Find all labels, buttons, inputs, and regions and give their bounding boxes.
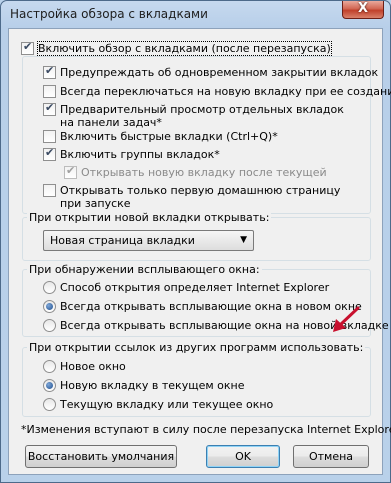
warn-close-label: Предупреждать об одновременном закрытии … xyxy=(60,66,379,79)
enable-tabs-checkbox[interactable] xyxy=(21,40,34,55)
switch-new-checkbox[interactable] xyxy=(43,85,56,98)
links-option-new-tab[interactable]: Новую вкладку в текущем окне xyxy=(43,379,244,392)
links-option-current-tab[interactable]: Текущую вкладку или текущее окно xyxy=(43,398,273,411)
preview-option[interactable]: Предварительный просмотр отдельных вклад… xyxy=(43,101,360,129)
warn-close-checkbox[interactable] xyxy=(43,64,56,79)
chevron-down-icon: ▼ xyxy=(240,235,247,245)
annotation-arrow-icon xyxy=(333,306,360,332)
new-tab-select-value: Новая страница вкладки xyxy=(50,234,195,247)
warn-close-option[interactable]: Предупреждать об одновременном закрытии … xyxy=(43,64,379,79)
quick-tabs-checkbox[interactable] xyxy=(43,130,56,143)
first-home-option[interactable]: Открывать только первую домашнюю страниц… xyxy=(43,184,360,210)
quick-tabs-option[interactable]: Включить быстрые вкладки (Ctrl+Q)* xyxy=(43,130,278,143)
cancel-button[interactable]: Отмена xyxy=(293,445,369,468)
enable-tabs-option[interactable]: Включить обзор с вкладками (после переза… xyxy=(21,40,332,56)
popup-option-ie[interactable]: Способ открытия определяет Internet Expl… xyxy=(43,281,329,294)
links-option-new-window[interactable]: Новое окно xyxy=(43,360,126,373)
tab-groups-checkbox[interactable] xyxy=(43,146,56,161)
popup-new-window-label: Всегда открывать всплывающие окна в ново… xyxy=(60,300,362,313)
switch-new-label: Всегда переключаться на новую вкладку пр… xyxy=(60,85,391,98)
open-after-current-checkbox[interactable] xyxy=(64,164,77,179)
links-current-tab-radio[interactable] xyxy=(43,398,56,411)
new-tab-group-title: При открытии новой вкладки открывать: xyxy=(27,211,272,224)
popup-ie-radio[interactable] xyxy=(43,281,56,294)
new-tab-select[interactable]: Новая страница вкладки ▼ xyxy=(43,230,254,251)
quick-tabs-label: Включить быстрые вкладки (Ctrl+Q)* xyxy=(60,130,278,143)
title-bar[interactable]: Настройка обзора с вкладками X xyxy=(1,1,390,27)
links-current-tab-label: Текущую вкладку или текущее окно xyxy=(60,398,274,411)
switch-new-option[interactable]: Всегда переключаться на новую вкладку пр… xyxy=(43,85,391,98)
popup-group-title: При обнаружении всплывающего окна: xyxy=(27,263,262,276)
footnote-text: *Изменения вступают в силу после перезап… xyxy=(21,423,391,436)
links-group-title: При открытии ссылок из других программ и… xyxy=(27,341,366,354)
close-button[interactable]: X xyxy=(342,1,384,19)
ok-button[interactable]: OK xyxy=(206,445,280,468)
links-new-tab-radio[interactable] xyxy=(43,379,56,392)
dialog-window: Настройка обзора с вкладками X Включить … xyxy=(0,0,391,483)
popup-ie-label: Способ открытия определяет Internet Expl… xyxy=(60,281,330,294)
enable-tabs-label: Включить обзор с вкладками (после переза… xyxy=(37,41,332,56)
window-title: Настройка обзора с вкладками xyxy=(10,7,208,21)
preview-checkbox[interactable] xyxy=(43,101,56,116)
restore-defaults-button[interactable]: Восстановить умолчания xyxy=(25,445,177,468)
open-after-current-option[interactable]: Открывать новую вкладку после текущей xyxy=(64,164,327,179)
links-new-window-label: Новое окно xyxy=(60,360,126,373)
popup-new-tab-radio[interactable] xyxy=(43,319,56,332)
tab-groups-label: Включить группы вкладок* xyxy=(60,148,220,161)
popup-new-window-radio[interactable] xyxy=(43,300,56,313)
first-home-checkbox[interactable] xyxy=(43,184,56,197)
preview-label: Предварительный просмотр отдельных вклад… xyxy=(60,103,344,129)
dialog-content: Включить обзор с вкладками (после переза… xyxy=(8,28,391,475)
links-new-tab-label: Новую вкладку в текущем окне xyxy=(60,379,245,392)
tab-groups-option[interactable]: Включить группы вкладок* xyxy=(43,146,220,161)
links-new-window-radio[interactable] xyxy=(43,360,56,373)
footnote: *Изменения вступают в силу после перезап… xyxy=(21,423,391,436)
popup-option-new-window[interactable]: Всегда открывать всплывающие окна в ново… xyxy=(43,300,362,313)
first-home-label: Открывать только первую домашнюю страниц… xyxy=(60,184,341,210)
open-after-current-label: Открывать новую вкладку после текущей xyxy=(81,166,327,179)
